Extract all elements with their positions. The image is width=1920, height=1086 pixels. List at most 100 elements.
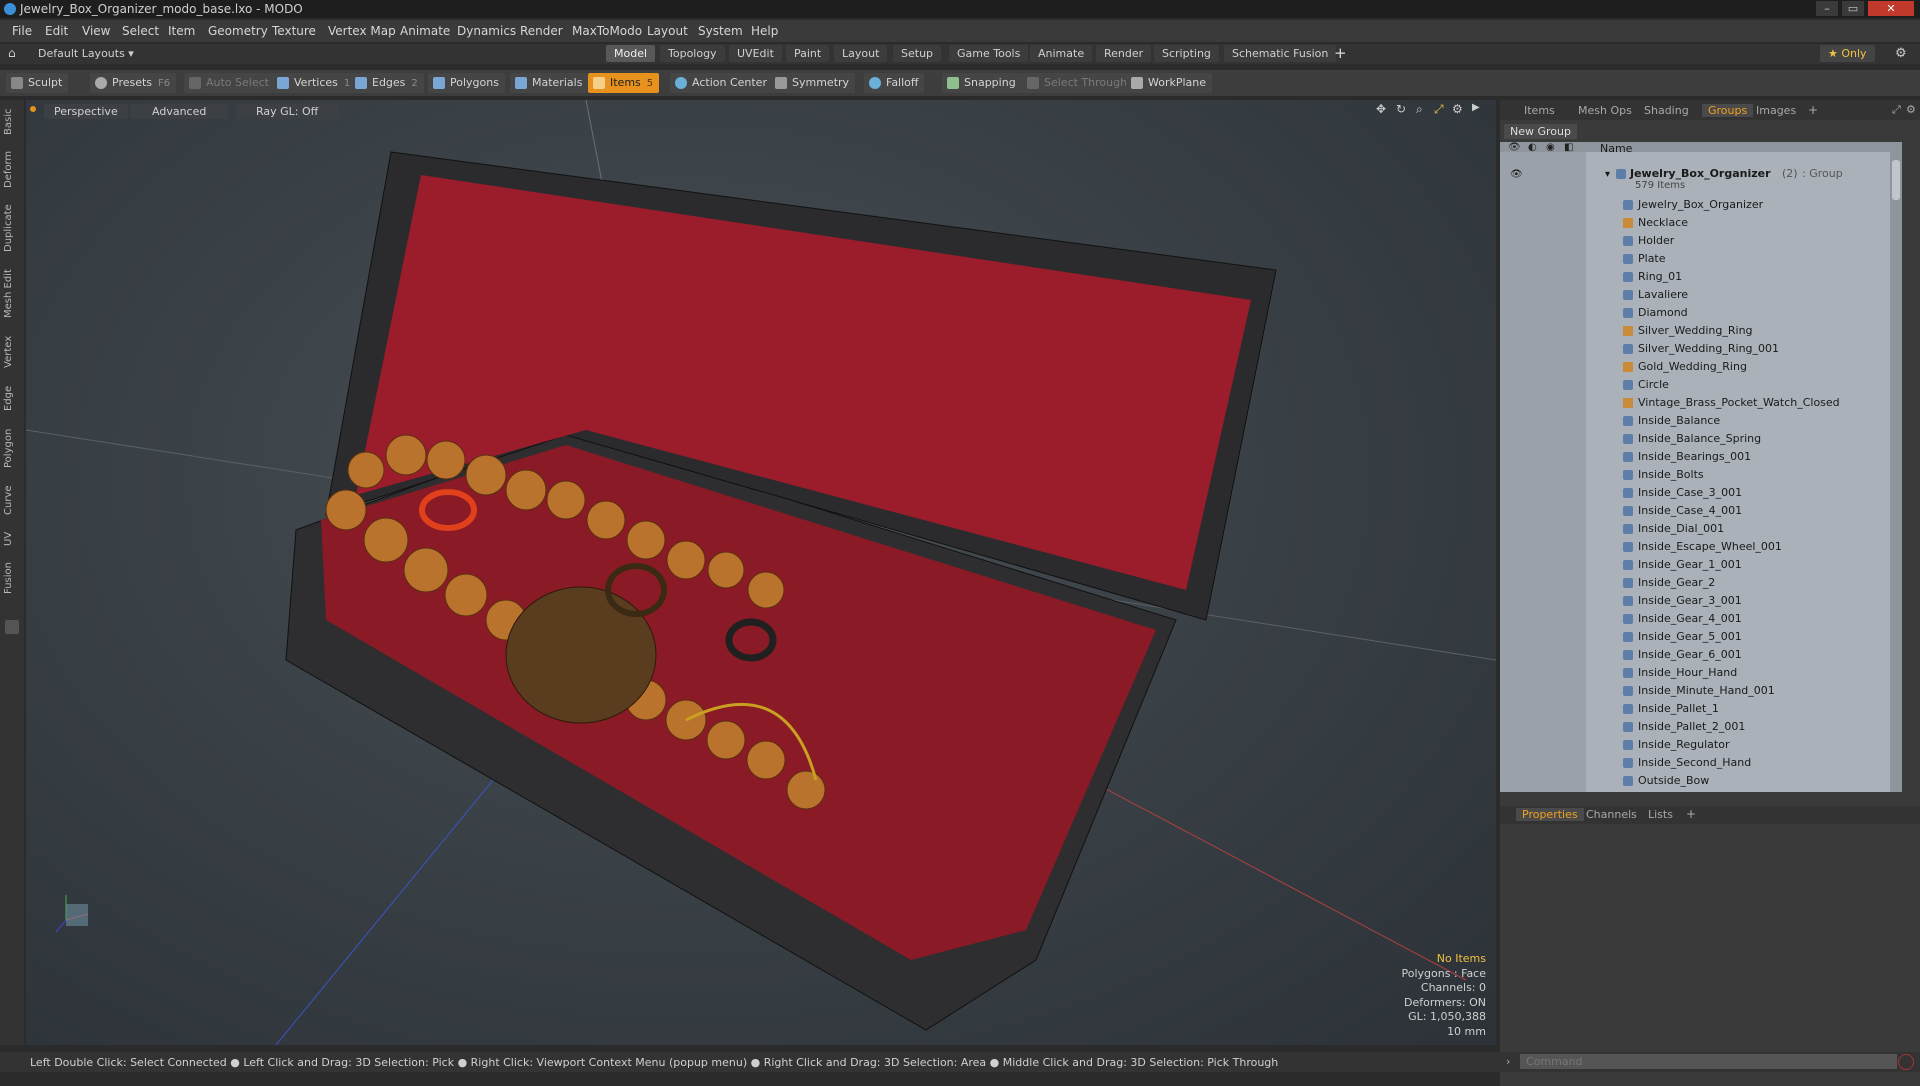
group-item-row[interactable]: Circle	[1500, 376, 1902, 394]
group-item-row[interactable]: Plate	[1500, 250, 1902, 268]
group-item-row[interactable]: Silver_Wedding_Ring	[1500, 322, 1902, 340]
command-record-icon[interactable]	[1898, 1054, 1914, 1070]
polygons-button[interactable]: Polygons	[428, 73, 505, 93]
tab-groups[interactable]: Groups	[1702, 104, 1754, 117]
menu-edit[interactable]: Edit	[45, 24, 68, 38]
menu-select[interactable]: Select	[122, 24, 159, 38]
tab-mesh-edit[interactable]: Mesh Edit	[3, 264, 21, 324]
tab-polygon[interactable]: Polygon	[3, 422, 21, 474]
group-item-row[interactable]: Inside_Balance	[1500, 412, 1902, 430]
menu-geometry[interactable]: Geometry	[208, 24, 268, 38]
tab-render[interactable]: Render	[1096, 45, 1152, 62]
panel-settings-icon[interactable]: ⚙	[1906, 103, 1916, 116]
tab-schematic-fusion[interactable]: Schematic Fusion	[1224, 45, 1337, 62]
group-item-row[interactable]: Inside_Second_Hand	[1500, 754, 1902, 772]
select-through-button[interactable]: Select Through	[1022, 73, 1134, 93]
group-item-row[interactable]: Inside_Bolts	[1500, 466, 1902, 484]
tab-fusion[interactable]: Fusion	[3, 558, 21, 598]
group-item-row[interactable]: Inside_Case_4_001	[1500, 502, 1902, 520]
menu-dynamics[interactable]: Dynamics	[457, 24, 516, 38]
scrollbar-thumb[interactable]	[1892, 160, 1900, 200]
group-item-row[interactable]: Inside_Gear_4_001	[1500, 610, 1902, 628]
gear-icon[interactable]: ⚙	[1895, 46, 1907, 61]
group-item-row[interactable]: Inside_Gear_5_001	[1500, 628, 1902, 646]
menu-layout[interactable]: Layout	[647, 24, 688, 38]
menu-view[interactable]: View	[82, 24, 110, 38]
tab-curve[interactable]: Curve	[3, 480, 21, 520]
tab-mesh-ops[interactable]: Mesh Ops	[1578, 104, 1632, 117]
add-tab-icon[interactable]: +	[1334, 44, 1347, 62]
minimize-button[interactable]: –	[1816, 1, 1838, 16]
group-item-row[interactable]: Inside_Bearings_001	[1500, 448, 1902, 466]
menu-system[interactable]: System	[698, 24, 743, 38]
group-expand-icon[interactable]: ▾	[1605, 169, 1610, 180]
menu-help[interactable]: Help	[751, 24, 778, 38]
tab-images[interactable]: Images	[1756, 104, 1796, 117]
group-item-row[interactable]: Lavaliere	[1500, 286, 1902, 304]
workplane-button[interactable]: WorkPlane	[1126, 73, 1213, 93]
command-input[interactable]	[1520, 1054, 1897, 1069]
group-item-row[interactable]: Inside_Minute_Hand_001	[1500, 682, 1902, 700]
menu-maxtomodo[interactable]: MaxToModo	[572, 24, 642, 38]
group-item-row[interactable]: Inside_Pallet_2_001	[1500, 718, 1902, 736]
tab-uvedit[interactable]: UVEdit	[729, 45, 782, 62]
default-layouts-dropdown[interactable]: Default Layouts ▾	[30, 45, 142, 62]
tab-setup[interactable]: Setup	[893, 45, 942, 62]
group-item-row[interactable]: Inside_Gear_1_001	[1500, 556, 1902, 574]
group-item-row[interactable]: Gold_Wedding_Ring	[1500, 358, 1902, 376]
panel-expand-icon[interactable]: ⤢	[1892, 103, 1901, 117]
group-item-row[interactable]: Diamond	[1500, 304, 1902, 322]
group-visibility-icon[interactable]: 👁	[1510, 169, 1523, 180]
menu-item[interactable]: Item	[168, 24, 195, 38]
tab-basic[interactable]: Basic	[3, 104, 21, 140]
tab-game-tools[interactable]: Game Tools	[949, 45, 1029, 62]
group-item-row[interactable]: Outside_Bow	[1500, 772, 1902, 790]
tab-properties[interactable]: Properties	[1516, 808, 1584, 821]
group-row[interactable]: 👁 ▾ Jewelry_Box_Organizer (2) : Group 57…	[1500, 166, 1902, 191]
group-item-row[interactable]: Inside_Dial_001	[1500, 520, 1902, 538]
tab-edge[interactable]: Edge	[3, 380, 21, 416]
group-item-row[interactable]: Inside_Balance_Spring	[1500, 430, 1902, 448]
tab-channels[interactable]: Channels	[1586, 808, 1637, 821]
panel-toggle-icon[interactable]	[5, 620, 19, 634]
tab-uv[interactable]: UV	[3, 526, 21, 552]
tab-topology[interactable]: Topology	[660, 45, 725, 62]
menu-file[interactable]: File	[12, 24, 32, 38]
falloff-button[interactable]: Falloff	[864, 73, 925, 93]
group-item-row[interactable]: Inside_Case_3_001	[1500, 484, 1902, 502]
tab-scripting[interactable]: Scripting	[1154, 45, 1219, 62]
group-item-row[interactable]: Necklace	[1500, 214, 1902, 232]
close-button[interactable]: ✕	[1868, 1, 1914, 16]
action-center-button[interactable]: Action Center	[670, 73, 773, 93]
new-group-button[interactable]: New Group	[1504, 124, 1577, 139]
group-list[interactable]: 👁 ▾ Jewelry_Box_Organizer (2) : Group 57…	[1500, 152, 1902, 792]
menu-render[interactable]: Render	[520, 24, 563, 38]
group-item-row[interactable]: Holder	[1500, 232, 1902, 250]
add-panel-tab-icon[interactable]: +	[1808, 103, 1818, 117]
auto-select-button[interactable]: Auto Select	[184, 73, 275, 93]
group-item-row[interactable]: Silver_Wedding_Ring_001	[1500, 340, 1902, 358]
tab-duplicate[interactable]: Duplicate	[3, 198, 21, 258]
tab-vertex[interactable]: Vertex	[3, 330, 21, 374]
menu-vertex-map[interactable]: Vertex Map	[328, 24, 396, 38]
tab-items[interactable]: Items	[1524, 104, 1555, 117]
tab-lists[interactable]: Lists	[1648, 808, 1673, 821]
group-item-row[interactable]: Vintage_Brass_Pocket_Watch_Closed	[1500, 394, 1902, 412]
snapping-button[interactable]: Snapping	[942, 73, 1022, 93]
group-item-row[interactable]: Inside_Gear_6_001	[1500, 646, 1902, 664]
tab-shading[interactable]: Shading	[1644, 104, 1689, 117]
3d-viewport[interactable]: Perspective Advanced Ray GL: Off ✥ ↻ ⌕ ⤢…	[26, 100, 1496, 1045]
maximize-button[interactable]: ▭	[1842, 1, 1864, 16]
group-item-row[interactable]: Inside_Gear_3_001	[1500, 592, 1902, 610]
tab-layout[interactable]: Layout	[834, 45, 888, 62]
items-button[interactable]: Items 5	[588, 73, 660, 93]
group-item-row[interactable]: Inside_Hour_Hand	[1500, 664, 1902, 682]
tab-deform[interactable]: Deform	[3, 146, 21, 192]
symmetry-button[interactable]: Symmetry	[770, 73, 856, 93]
group-item-row[interactable]: Inside_Escape_Wheel_001	[1500, 538, 1902, 556]
vertices-button[interactable]: Vertices 1	[272, 73, 357, 93]
only-toggle[interactable]: ★ Only	[1820, 45, 1875, 62]
tab-paint[interactable]: Paint	[786, 45, 830, 62]
edges-button[interactable]: Edges 2	[350, 73, 424, 93]
menu-animate[interactable]: Animate	[400, 24, 450, 38]
